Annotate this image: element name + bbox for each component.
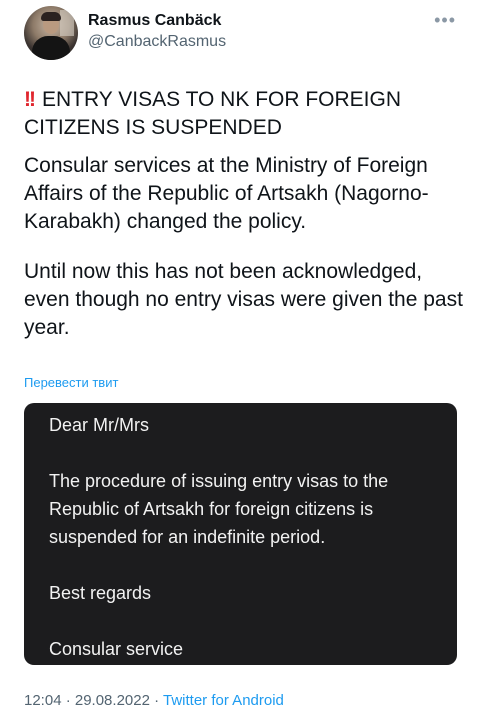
tweet-footer: 12:04 · 29.08.2022 · Twitter for Android: [24, 692, 284, 709]
image-closing: Best regards: [49, 583, 152, 603]
tweet-title: !! ENTRY VISAS TO NK FOR FOREIGN CITIZENS…: [24, 86, 464, 142]
author-name[interactable]: Rasmus Canbäck: [88, 12, 221, 30]
tweet-timestamp[interactable]: 12:04 · 29.08.2022 ·: [24, 692, 163, 709]
more-options-icon[interactable]: •••: [434, 10, 456, 31]
attached-image[interactable]: Dear Mr/Mrs The procedure of issuing ent…: [24, 403, 457, 665]
tweet-paragraph-2: Until now this has not been acknowledged…: [24, 260, 463, 339]
tweet-paragraph-1: Consular services at the Ministry of For…: [24, 154, 429, 233]
avatar[interactable]: [24, 6, 78, 60]
author-handle[interactable]: @CanbackRasmus: [88, 33, 226, 51]
image-body-text: The procedure of issuing entry visas to …: [49, 471, 389, 547]
tweet-title-text: ENTRY VISAS TO NK FOR FOREIGN CITIZENS I…: [24, 88, 402, 139]
image-signature: Consular service: [49, 639, 184, 659]
tweet-source-link[interactable]: Twitter for Android: [163, 692, 284, 709]
translate-tweet-link[interactable]: Перевести твит: [24, 375, 118, 390]
tweet-header: Rasmus Canbäck @CanbackRasmus •••: [24, 6, 456, 62]
double-exclamation-icon: !!: [24, 88, 36, 111]
image-greeting: Dear Mr/Mrs: [49, 415, 149, 435]
